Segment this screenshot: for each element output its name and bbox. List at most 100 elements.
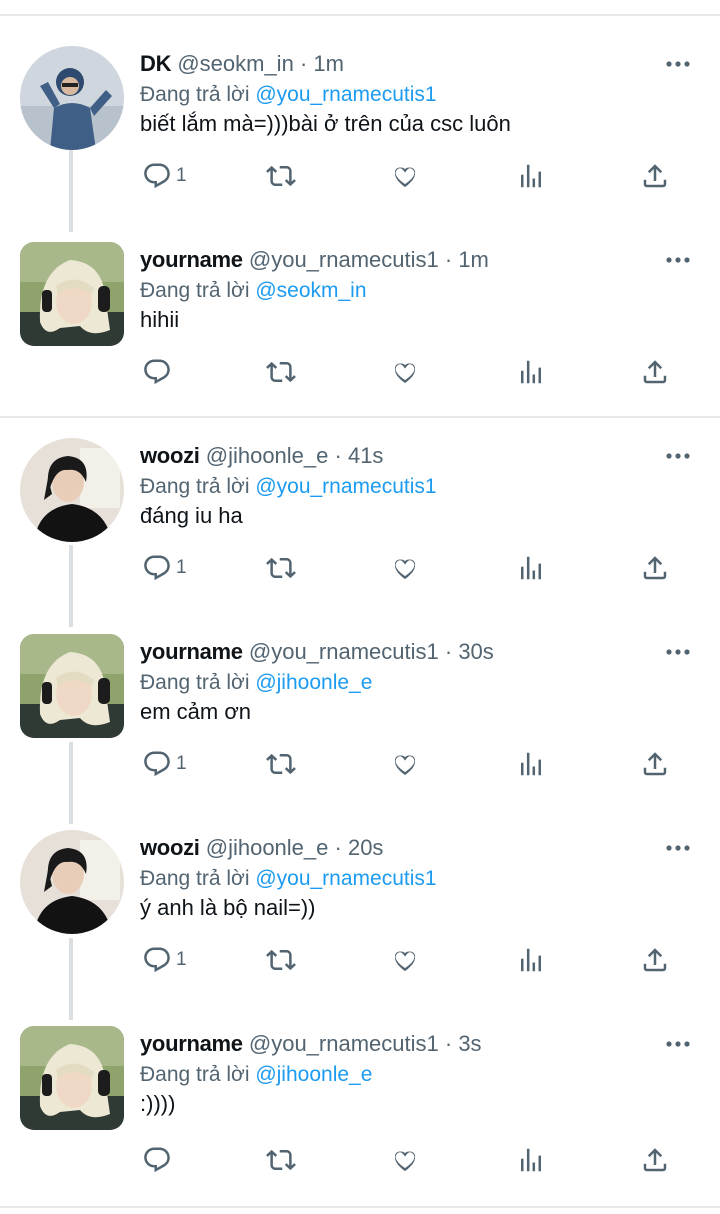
like-button[interactable] — [390, 548, 420, 588]
replying-to: Đang trả lời @you_rnamecutis1 — [140, 864, 437, 894]
views-icon — [516, 945, 546, 975]
woozi-avatar-image — [20, 438, 124, 542]
views-icon — [516, 1145, 546, 1175]
share-button[interactable] — [640, 156, 670, 196]
reply-button[interactable]: 1 — [142, 940, 187, 980]
share-icon — [640, 357, 670, 387]
timestamp[interactable]: · 1m — [300, 51, 344, 76]
avatar[interactable] — [20, 46, 124, 150]
replying-prefix: Đang trả lời — [140, 867, 250, 890]
share-icon — [640, 749, 670, 779]
avatar[interactable] — [20, 1026, 124, 1130]
reply-count: 1 — [176, 753, 187, 774]
retweet-button[interactable] — [266, 744, 296, 784]
tweet[interactable]: yourname @you_rnamecutis1 · 30s Đang trả… — [0, 606, 720, 802]
tweet-text: em cảm ơn — [140, 699, 252, 724]
more-icon[interactable] — [664, 444, 692, 468]
heart-icon — [390, 749, 420, 779]
views-icon — [516, 161, 546, 191]
display-name[interactable]: yourname — [140, 639, 243, 664]
mention-link[interactable]: @you_rnamecutis1 — [255, 475, 436, 498]
share-button[interactable] — [640, 744, 670, 784]
more-icon[interactable] — [664, 640, 692, 664]
tweet[interactable]: DK @seokm_in · 1m Đang trả lời @you_rnam… — [0, 18, 720, 214]
retweet-button[interactable] — [266, 940, 296, 980]
reply-button[interactable] — [142, 352, 176, 392]
like-button[interactable] — [390, 940, 420, 980]
handle[interactable]: @jihoonle_e — [206, 443, 329, 468]
handle[interactable]: @you_rnamecutis1 — [249, 247, 439, 272]
avatar[interactable] — [20, 438, 124, 542]
reply-button[interactable]: 1 — [142, 744, 187, 784]
reply-icon — [142, 553, 172, 583]
views-button[interactable] — [516, 1140, 546, 1180]
tweet[interactable]: woozi @jihoonle_e · 41s Đang trả lời @yo… — [0, 410, 720, 606]
heart-icon — [390, 945, 420, 975]
retweet-button[interactable] — [266, 156, 296, 196]
action-bar: 1 — [0, 548, 720, 588]
views-button[interactable] — [516, 156, 546, 196]
like-button[interactable] — [390, 352, 420, 392]
tweet-text: đáng iu ha — [140, 503, 243, 528]
replying-prefix: Đang trả lời — [140, 83, 250, 106]
tweet[interactable]: yourname @you_rnamecutis1 · 1m Đang trả … — [0, 214, 720, 410]
timestamp[interactable]: · 30s — [445, 639, 494, 664]
reply-icon — [142, 945, 172, 975]
retweet-button[interactable] — [266, 352, 296, 392]
like-button[interactable] — [390, 1140, 420, 1180]
display-name[interactable]: woozi — [140, 835, 200, 860]
mention-link[interactable]: @jihoonle_e — [255, 671, 372, 694]
avatar[interactable] — [20, 242, 124, 346]
timestamp[interactable]: · 41s — [335, 443, 384, 468]
views-button[interactable] — [516, 352, 546, 392]
mention-link[interactable]: @jihoonle_e — [255, 1063, 372, 1086]
timestamp[interactable]: · 20s — [335, 835, 384, 860]
retweet-button[interactable] — [266, 548, 296, 588]
timestamp[interactable]: · 3s — [445, 1031, 482, 1056]
reply-button[interactable]: 1 — [142, 548, 187, 588]
like-button[interactable] — [390, 744, 420, 784]
share-button[interactable] — [640, 1140, 670, 1180]
action-bar — [0, 352, 720, 392]
retweet-icon — [266, 161, 296, 191]
reply-count: 1 — [176, 165, 187, 186]
views-button[interactable] — [516, 744, 546, 784]
tweet-header: DK @seokm_in · 1m — [140, 48, 344, 80]
more-icon[interactable] — [664, 248, 692, 272]
mention-link[interactable]: @seokm_in — [255, 279, 366, 302]
timestamp[interactable]: · 1m — [445, 247, 489, 272]
share-button[interactable] — [640, 548, 670, 588]
retweet-icon — [266, 749, 296, 779]
display-name[interactable]: yourname — [140, 247, 243, 272]
retweet-button[interactable] — [266, 1140, 296, 1180]
mention-link[interactable]: @you_rnamecutis1 — [255, 83, 436, 106]
more-icon[interactable] — [664, 1032, 692, 1056]
display-name[interactable]: DK — [140, 51, 171, 76]
display-name[interactable]: woozi — [140, 443, 200, 468]
woozi-avatar-image — [20, 830, 124, 934]
handle[interactable]: @jihoonle_e — [206, 835, 329, 860]
tweet-header: yourname @you_rnamecutis1 · 1m — [140, 244, 489, 276]
mention-link[interactable]: @you_rnamecutis1 — [255, 867, 436, 890]
avatar[interactable] — [20, 634, 124, 738]
more-icon[interactable] — [664, 52, 692, 76]
handle[interactable]: @seokm_in — [177, 51, 294, 76]
more-icon[interactable] — [664, 836, 692, 860]
like-button[interactable] — [390, 156, 420, 196]
views-icon — [516, 749, 546, 779]
action-bar: 1 — [0, 744, 720, 784]
tweet[interactable]: woozi @jihoonle_e · 20s Đang trả lời @yo… — [0, 802, 720, 998]
handle[interactable]: @you_rnamecutis1 — [249, 1031, 439, 1056]
reply-button[interactable] — [142, 1140, 176, 1180]
dk-avatar-image — [20, 46, 124, 150]
views-button[interactable] — [516, 940, 546, 980]
views-button[interactable] — [516, 548, 546, 588]
reply-icon — [142, 357, 172, 387]
display-name[interactable]: yourname — [140, 1031, 243, 1056]
reply-button[interactable]: 1 — [142, 156, 187, 196]
share-button[interactable] — [640, 940, 670, 980]
tweet[interactable]: yourname @you_rnamecutis1 · 3s Đang trả … — [0, 998, 720, 1194]
handle[interactable]: @you_rnamecutis1 — [249, 639, 439, 664]
share-button[interactable] — [640, 352, 670, 392]
avatar[interactable] — [20, 830, 124, 934]
